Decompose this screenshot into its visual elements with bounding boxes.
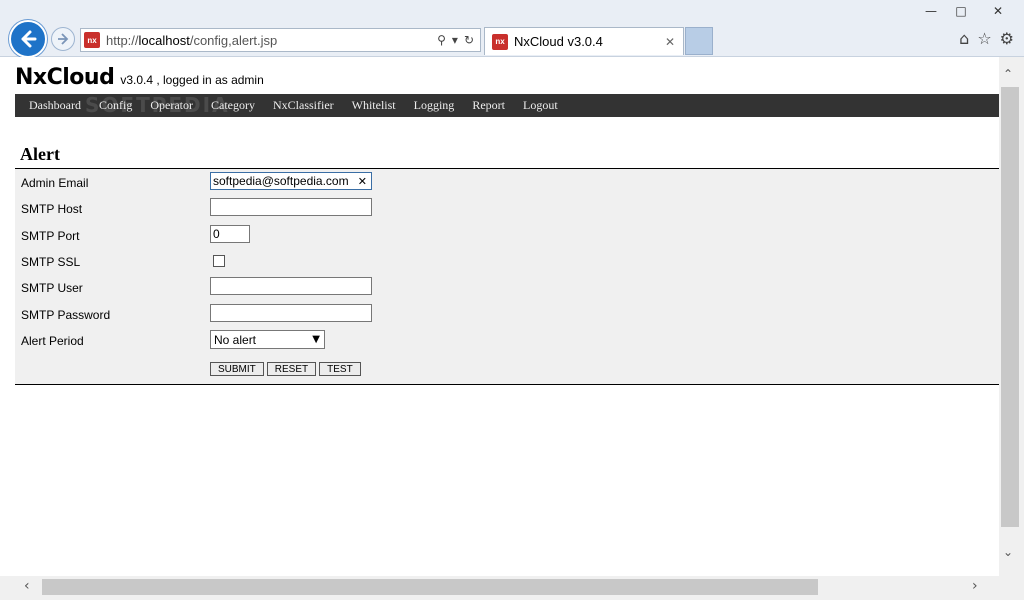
- row-smtp-password: SMTP Password: [15, 304, 999, 326]
- nav-logging[interactable]: Logging: [414, 98, 455, 113]
- window-controls: — □ ✕: [916, 0, 1020, 22]
- nav-report[interactable]: Report: [472, 98, 505, 113]
- page-viewport: NxCloud v3.0.4 , logged in as admin Dash…: [0, 57, 999, 576]
- row-smtp-port: SMTP Port 0: [15, 225, 999, 247]
- admin-email-value: softpedia@softpedia.com: [213, 174, 349, 188]
- close-tab-icon[interactable]: ✕: [665, 35, 675, 49]
- browser-chrome: — □ ✕ nx http://localhost/config,alert.j…: [0, 0, 1024, 58]
- search-icon[interactable]: ⚲: [437, 33, 446, 47]
- admin-email-label: Admin Email: [21, 176, 89, 190]
- home-icon[interactable]: ⌂: [959, 29, 969, 48]
- smtp-user-label: SMTP User: [21, 281, 83, 295]
- nav-dashboard[interactable]: Dashboard: [29, 98, 81, 113]
- nav-category[interactable]: Category: [211, 98, 255, 113]
- page-title: Alert: [20, 144, 60, 164]
- row-alert-period: Alert Period No alert ▼: [15, 330, 999, 352]
- smtp-ssl-checkbox[interactable]: [213, 255, 225, 267]
- scroll-right-icon[interactable]: ›: [972, 578, 978, 594]
- chevron-down-icon: ▼: [312, 334, 320, 345]
- scroll-down-icon[interactable]: ⌄: [1003, 545, 1013, 559]
- row-smtp-user: SMTP User: [15, 277, 999, 299]
- maximize-icon[interactable]: □: [946, 0, 976, 22]
- alert-form: Admin Email softpedia@softpedia.com ✕ SM…: [15, 168, 999, 385]
- submit-button[interactable]: SUBMIT: [210, 362, 264, 376]
- clear-input-icon[interactable]: ✕: [358, 175, 369, 188]
- nav-logout[interactable]: Logout: [523, 98, 558, 113]
- favorites-star-icon[interactable]: ☆: [977, 29, 991, 48]
- smtp-host-label: SMTP Host: [21, 202, 83, 216]
- smtp-port-label: SMTP Port: [21, 229, 80, 243]
- forward-arrow-icon: [58, 33, 69, 45]
- reset-button[interactable]: RESET: [266, 362, 317, 376]
- alert-period-value: No alert: [214, 332, 257, 347]
- nav-config[interactable]: Config: [99, 98, 132, 113]
- smtp-ssl-label: SMTP SSL: [21, 255, 81, 269]
- app-header: NxCloud v3.0.4 , logged in as admin: [15, 65, 264, 90]
- smtp-password-label: SMTP Password: [21, 308, 111, 322]
- site-favicon-icon: nx: [84, 32, 100, 48]
- url-text[interactable]: http://localhost/config,alert.jsp: [106, 33, 437, 48]
- minimize-icon[interactable]: —: [916, 0, 946, 22]
- row-smtp-ssl: SMTP SSL: [15, 251, 999, 273]
- smtp-password-input[interactable]: [210, 304, 372, 322]
- vertical-scrollbar[interactable]: ⌃ ⌄: [999, 57, 1024, 576]
- version-login-text: v3.0.4 , logged in as admin: [120, 73, 264, 87]
- tab-favicon-icon: nx: [492, 33, 508, 50]
- address-bar[interactable]: nx http://localhost/config,alert.jsp ⚲ ▾…: [80, 28, 481, 52]
- back-button[interactable]: [9, 20, 47, 58]
- forward-button[interactable]: [51, 27, 75, 51]
- nav-operator[interactable]: Operator: [150, 98, 193, 113]
- nav-nxclassifier[interactable]: NxClassifier: [273, 98, 334, 113]
- tab-nxcloud[interactable]: nx NxCloud v3.0.4 ✕: [484, 27, 684, 55]
- new-tab-button[interactable]: [685, 27, 713, 55]
- form-buttons: SUBMIT RESET TEST: [210, 362, 361, 376]
- app-logo: NxCloud: [15, 65, 115, 90]
- scroll-up-icon[interactable]: ⌃: [1003, 67, 1013, 81]
- tab-title: NxCloud v3.0.4: [514, 34, 603, 49]
- test-button[interactable]: TEST: [319, 362, 361, 376]
- horizontal-scroll-thumb[interactable]: [42, 579, 818, 595]
- alert-period-label: Alert Period: [21, 334, 84, 348]
- close-window-icon[interactable]: ✕: [976, 0, 1020, 22]
- dropdown-icon[interactable]: ▾: [452, 33, 458, 47]
- main-nav: Dashboard Config Operator Category NxCla…: [15, 94, 999, 117]
- smtp-port-input[interactable]: 0: [210, 225, 250, 243]
- row-admin-email: Admin Email softpedia@softpedia.com ✕: [15, 172, 999, 194]
- settings-gear-icon[interactable]: ⚙: [1000, 29, 1014, 48]
- refresh-icon[interactable]: ↻: [464, 33, 474, 47]
- smtp-host-input[interactable]: [210, 198, 372, 216]
- vertical-scroll-thumb[interactable]: [1001, 87, 1019, 527]
- smtp-user-input[interactable]: [210, 277, 372, 295]
- horizontal-scrollbar[interactable]: ‹ ›: [0, 576, 999, 600]
- row-smtp-host: SMTP Host: [15, 198, 999, 220]
- admin-email-input[interactable]: softpedia@softpedia.com ✕: [210, 172, 372, 190]
- nav-whitelist[interactable]: Whitelist: [352, 98, 396, 113]
- back-arrow-icon: [21, 30, 37, 48]
- scroll-left-icon[interactable]: ‹: [24, 578, 30, 594]
- scrollbar-corner: [999, 576, 1024, 600]
- alert-period-select[interactable]: No alert ▼: [210, 330, 325, 349]
